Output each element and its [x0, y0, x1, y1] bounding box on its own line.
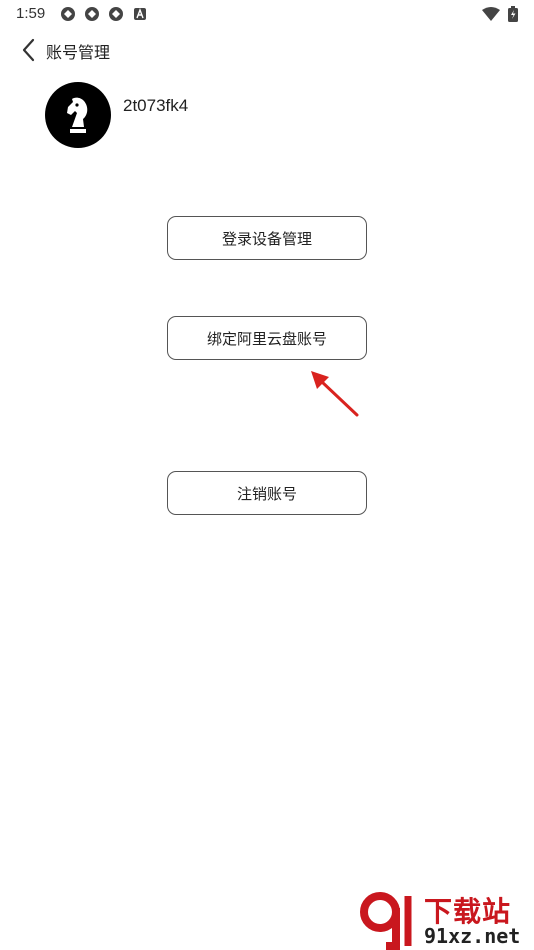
- chevron-left-icon: [22, 38, 35, 62]
- app-bar: 账号管理: [0, 32, 534, 68]
- device-login-management-button[interactable]: 登录设备管理: [167, 216, 367, 260]
- status-bar: 1:59: [0, 0, 534, 28]
- sync-icon: [85, 7, 99, 21]
- battery-icon: [508, 6, 518, 22]
- watermark-logo-icon: [360, 892, 412, 950]
- status-time: 1:59: [16, 5, 46, 22]
- status-system-icons: [482, 6, 518, 22]
- username: 2t073fk4: [123, 96, 189, 115]
- watermark: 下载站 91xz.net: [358, 890, 530, 950]
- status-notification-icons: [60, 6, 148, 22]
- sync-icon: [61, 7, 75, 21]
- page-title: 账号管理: [46, 43, 111, 62]
- wifi-icon: [482, 7, 500, 21]
- a-badge-icon: [134, 8, 146, 20]
- bind-aliyun-drive-button[interactable]: 绑定阿里云盘账号: [167, 316, 367, 360]
- annotation-arrow-icon: [311, 371, 359, 417]
- back-button[interactable]: [16, 36, 40, 64]
- chess-knight-icon: [67, 97, 88, 133]
- watermark-domain: 91xz.net: [424, 924, 521, 948]
- deregister-account-button[interactable]: 注销账号: [167, 471, 367, 515]
- avatar: [45, 82, 111, 148]
- sync-icon: [109, 7, 123, 21]
